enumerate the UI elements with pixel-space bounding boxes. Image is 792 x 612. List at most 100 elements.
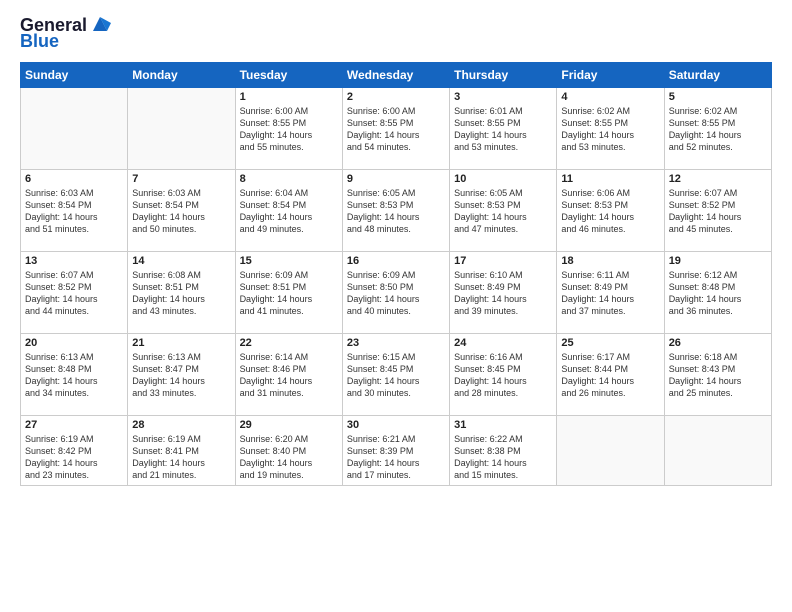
day-info: Sunrise: 6:19 AM Sunset: 8:41 PM Dayligh… [132, 433, 230, 482]
calendar-cell: 30Sunrise: 6:21 AM Sunset: 8:39 PM Dayli… [342, 415, 449, 485]
day-number: 10 [454, 173, 552, 185]
calendar-cell: 3 Sunrise: 6:01 AM Sunset: 8:55 PM Daylig… [450, 87, 557, 169]
calendar-week-2: 6Sunrise: 6:03 AM Sunset: 8:54 PM Daylig… [21, 169, 772, 251]
calendar-week-4: 20Sunrise: 6:13 AM Sunset: 8:48 PM Dayli… [21, 333, 772, 415]
day-number: 26 [669, 337, 767, 349]
calendar-table: SundayMondayTuesdayWednesdayThursdayFrid… [20, 62, 772, 486]
calendar-cell: 10Sunrise: 6:05 AM Sunset: 8:53 PM Dayli… [450, 169, 557, 251]
calendar-cell: 21 Sunrise: 6:13 AM Sunset: 8:47 PM Dayli… [128, 333, 235, 415]
calendar-cell: 15Sunrise: 6:09 AM Sunset: 8:51 PM Dayli… [235, 251, 342, 333]
day-number: 24 [454, 337, 552, 349]
weekday-header-tuesday: Tuesday [235, 62, 342, 87]
day-info: Sunrise: 6:02 AM Sunset: 8:55 PM Dayligh… [561, 105, 659, 154]
day-info: Sunrise: 6:01 AM Sunset: 8:55 PM Dayligh… [454, 105, 552, 154]
day-number: 14 [132, 255, 230, 267]
day-number: 9 [347, 173, 445, 185]
day-info: Sunrise: 6:18 AM Sunset: 8:43 PM Dayligh… [669, 351, 767, 400]
day-number: 19 [669, 255, 767, 267]
day-info: Sunrise: 6:14 AM Sunset: 8:46 PM Dayligh… [240, 351, 338, 400]
day-info: Sunrise: 6:12 AM Sunset: 8:48 PM Dayligh… [669, 269, 767, 318]
day-info: Sunrise: 6:08 AM Sunset: 8:51 PM Dayligh… [132, 269, 230, 318]
day-number: 3 [454, 91, 552, 103]
day-info: Sunrise: 6:22 AM Sunset: 8:38 PM Dayligh… [454, 433, 552, 482]
calendar-week-5: 27 Sunrise: 6:19 AM Sunset: 8:42 PM Dayli… [21, 415, 772, 485]
day-number: 25 [561, 337, 659, 349]
day-number: 21 [132, 337, 230, 349]
logo-text-blue: Blue [20, 32, 59, 52]
day-info: Sunrise: 6:03 AM Sunset: 8:54 PM Dayligh… [25, 187, 123, 236]
calendar-cell: 26 Sunrise: 6:18 AM Sunset: 8:43 PM Dayli… [664, 333, 771, 415]
day-number: 27 [25, 419, 123, 431]
day-number: 28 [132, 419, 230, 431]
calendar-cell: 14 Sunrise: 6:08 AM Sunset: 8:51 PM Dayli… [128, 251, 235, 333]
calendar-cell: 2Sunrise: 6:00 AM Sunset: 8:55 PM Daylig… [342, 87, 449, 169]
day-info: Sunrise: 6:00 AM Sunset: 8:55 PM Dayligh… [347, 105, 445, 154]
day-info: Sunrise: 6:05 AM Sunset: 8:53 PM Dayligh… [347, 187, 445, 236]
calendar-cell: 8 Sunrise: 6:04 AM Sunset: 8:54 PM Daylig… [235, 169, 342, 251]
calendar-cell: 23Sunrise: 6:15 AM Sunset: 8:45 PM Dayli… [342, 333, 449, 415]
weekday-header-friday: Friday [557, 62, 664, 87]
calendar-cell: 7 Sunrise: 6:03 AM Sunset: 8:54 PM Daylig… [128, 169, 235, 251]
page: General Blue SundayMondayTuesdayWednesda… [0, 0, 792, 612]
calendar-cell [128, 87, 235, 169]
calendar-header-row: SundayMondayTuesdayWednesdayThursdayFrid… [21, 62, 772, 87]
day-info: Sunrise: 6:17 AM Sunset: 8:44 PM Dayligh… [561, 351, 659, 400]
day-info: Sunrise: 6:10 AM Sunset: 8:49 PM Dayligh… [454, 269, 552, 318]
calendar-cell: 16Sunrise: 6:09 AM Sunset: 8:50 PM Dayli… [342, 251, 449, 333]
day-info: Sunrise: 6:06 AM Sunset: 8:53 PM Dayligh… [561, 187, 659, 236]
day-number: 17 [454, 255, 552, 267]
calendar-week-1: 1 Sunrise: 6:00 AM Sunset: 8:55 PM Daylig… [21, 87, 772, 169]
day-info: Sunrise: 6:19 AM Sunset: 8:42 PM Dayligh… [25, 433, 123, 482]
day-info: Sunrise: 6:16 AM Sunset: 8:45 PM Dayligh… [454, 351, 552, 400]
day-info: Sunrise: 6:03 AM Sunset: 8:54 PM Dayligh… [132, 187, 230, 236]
day-number: 11 [561, 173, 659, 185]
calendar-week-3: 13 Sunrise: 6:07 AM Sunset: 8:52 PM Dayli… [21, 251, 772, 333]
calendar-cell: 4Sunrise: 6:02 AM Sunset: 8:55 PM Daylig… [557, 87, 664, 169]
day-number: 13 [25, 255, 123, 267]
day-number: 1 [240, 91, 338, 103]
weekday-header-wednesday: Wednesday [342, 62, 449, 87]
day-info: Sunrise: 6:04 AM Sunset: 8:54 PM Dayligh… [240, 187, 338, 236]
day-number: 7 [132, 173, 230, 185]
calendar-cell [557, 415, 664, 485]
weekday-header-sunday: Sunday [21, 62, 128, 87]
day-info: Sunrise: 6:11 AM Sunset: 8:49 PM Dayligh… [561, 269, 659, 318]
calendar-cell: 1 Sunrise: 6:00 AM Sunset: 8:55 PM Daylig… [235, 87, 342, 169]
calendar-cell: 6Sunrise: 6:03 AM Sunset: 8:54 PM Daylig… [21, 169, 128, 251]
calendar-cell: 18 Sunrise: 6:11 AM Sunset: 8:49 PM Dayli… [557, 251, 664, 333]
calendar-cell: 13 Sunrise: 6:07 AM Sunset: 8:52 PM Dayli… [21, 251, 128, 333]
day-info: Sunrise: 6:07 AM Sunset: 8:52 PM Dayligh… [669, 187, 767, 236]
calendar-cell [664, 415, 771, 485]
day-number: 12 [669, 173, 767, 185]
day-info: Sunrise: 6:00 AM Sunset: 8:55 PM Dayligh… [240, 105, 338, 154]
calendar-cell: 29 Sunrise: 6:20 AM Sunset: 8:40 PM Dayli… [235, 415, 342, 485]
day-info: Sunrise: 6:02 AM Sunset: 8:55 PM Dayligh… [669, 105, 767, 154]
day-number: 18 [561, 255, 659, 267]
calendar-cell: 27 Sunrise: 6:19 AM Sunset: 8:42 PM Dayli… [21, 415, 128, 485]
weekday-header-monday: Monday [128, 62, 235, 87]
calendar-cell: 25 Sunrise: 6:17 AM Sunset: 8:44 PM Dayli… [557, 333, 664, 415]
weekday-header-thursday: Thursday [450, 62, 557, 87]
calendar-cell: 11 Sunrise: 6:06 AM Sunset: 8:53 PM Dayli… [557, 169, 664, 251]
calendar-cell: 31 Sunrise: 6:22 AM Sunset: 8:38 PM Dayli… [450, 415, 557, 485]
day-info: Sunrise: 6:21 AM Sunset: 8:39 PM Dayligh… [347, 433, 445, 482]
day-info: Sunrise: 6:13 AM Sunset: 8:48 PM Dayligh… [25, 351, 123, 400]
day-info: Sunrise: 6:20 AM Sunset: 8:40 PM Dayligh… [240, 433, 338, 482]
day-number: 29 [240, 419, 338, 431]
day-number: 15 [240, 255, 338, 267]
calendar-cell: 22 Sunrise: 6:14 AM Sunset: 8:46 PM Dayli… [235, 333, 342, 415]
logo: General Blue [20, 16, 111, 52]
day-number: 22 [240, 337, 338, 349]
day-number: 16 [347, 255, 445, 267]
day-number: 8 [240, 173, 338, 185]
weekday-header-saturday: Saturday [664, 62, 771, 87]
calendar-cell: 19 Sunrise: 6:12 AM Sunset: 8:48 PM Dayli… [664, 251, 771, 333]
day-info: Sunrise: 6:13 AM Sunset: 8:47 PM Dayligh… [132, 351, 230, 400]
calendar-cell: 28 Sunrise: 6:19 AM Sunset: 8:41 PM Dayli… [128, 415, 235, 485]
day-number: 5 [669, 91, 767, 103]
logo-icon [89, 13, 111, 35]
day-number: 31 [454, 419, 552, 431]
calendar-cell: 12 Sunrise: 6:07 AM Sunset: 8:52 PM Dayli… [664, 169, 771, 251]
day-info: Sunrise: 6:07 AM Sunset: 8:52 PM Dayligh… [25, 269, 123, 318]
day-info: Sunrise: 6:15 AM Sunset: 8:45 PM Dayligh… [347, 351, 445, 400]
